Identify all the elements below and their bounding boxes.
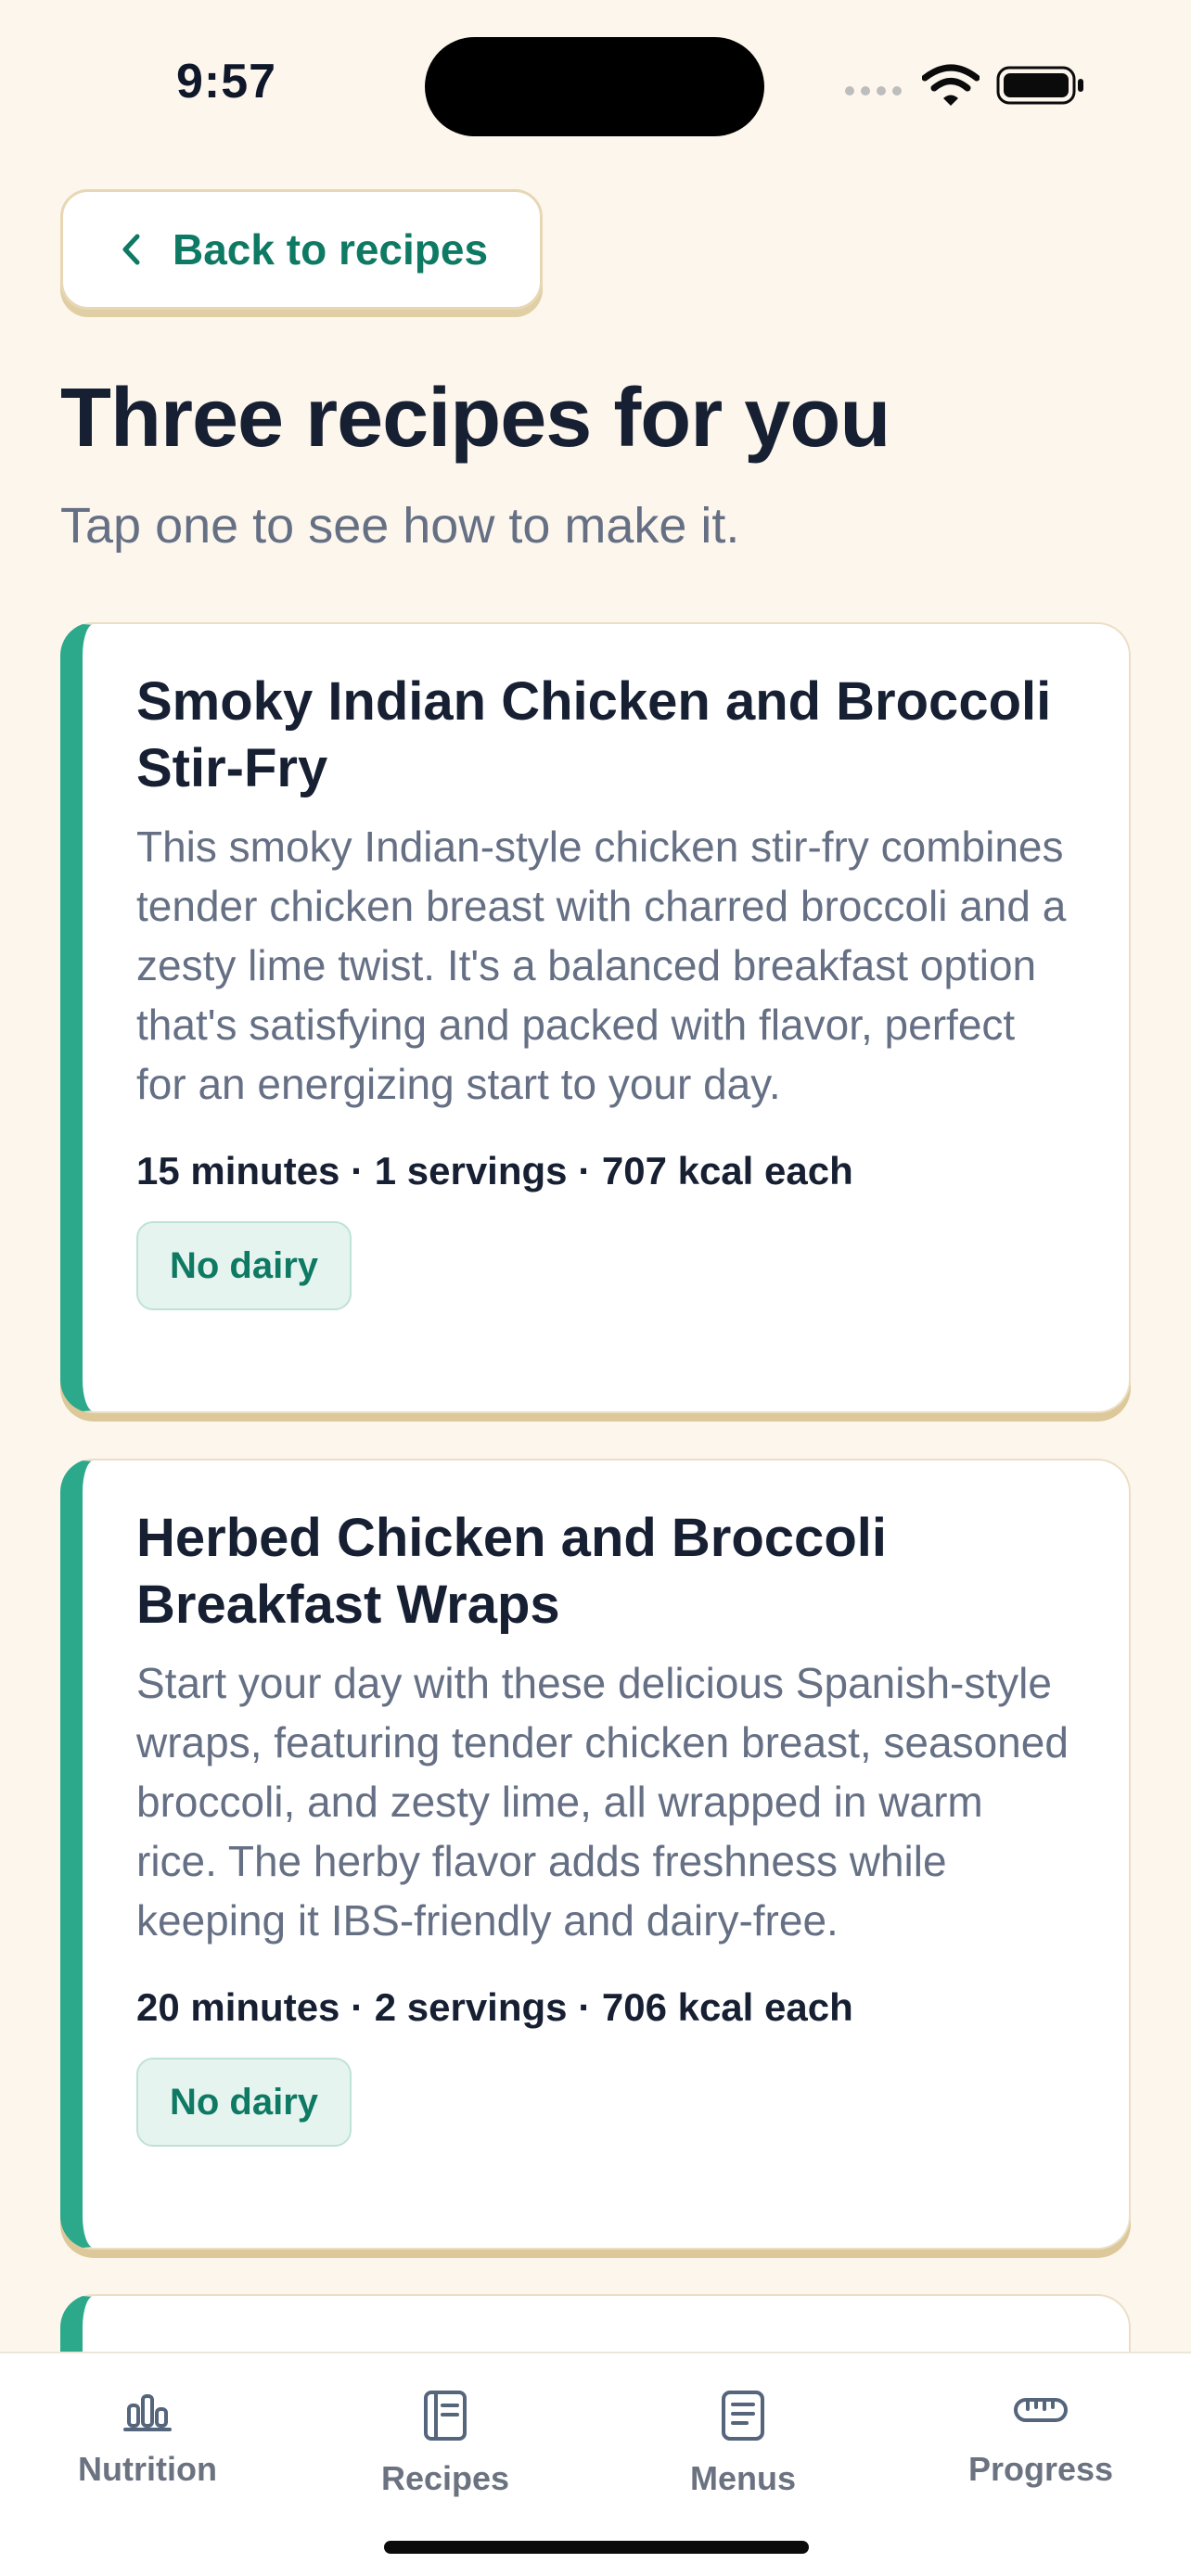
recipe-meta: 20 minutes · 2 servings · 706 kcal each — [136, 1985, 853, 2029]
nav-item-menus[interactable]: Menus — [613, 2389, 873, 2509]
cellular-signal-icon — [845, 86, 902, 96]
recipe-title: Herbed Chicken and Broccoli Breakfast Wr… — [136, 1508, 887, 1635]
back-to-recipes-button[interactable]: Back to recipes — [60, 189, 543, 310]
diet-badge: No dairy — [136, 2058, 352, 2147]
nav-label: Menus — [689, 2459, 796, 2497]
nav-label: Nutrition — [78, 2450, 217, 2488]
status-bar: 9:57 — [0, 0, 1191, 167]
nav-item-progress[interactable]: Progress — [911, 2389, 1171, 2509]
ruler-icon — [1014, 2398, 1068, 2422]
page-subtitle: Tap one to see how to make it. — [60, 498, 740, 554]
nav-label: Progress — [967, 2450, 1114, 2488]
recipe-card[interactable]: Smoky Indian Chicken and Broccoli Stir-F… — [60, 622, 1131, 1413]
recipe-description: This smoky Indian-style chicken stir-fry… — [136, 823, 1067, 1108]
diet-badge: No dairy — [136, 1221, 352, 1310]
wifi-icon — [922, 64, 980, 106]
nav-item-recipes[interactable]: Recipes — [315, 2389, 575, 2509]
chevron-left-icon — [122, 234, 140, 265]
nav-item-nutrition[interactable]: Nutrition — [18, 2389, 277, 2509]
menu-document-icon — [722, 2391, 764, 2441]
bar-chart-icon — [123, 2394, 172, 2431]
recipe-book-icon — [424, 2391, 467, 2441]
status-time: 9:57 — [176, 55, 277, 108]
recipe-title: Smoky Indian Chicken and Broccoli Stir-F… — [136, 671, 1052, 798]
status-icons — [835, 57, 1095, 113]
battery-icon — [996, 66, 1083, 105]
nav-label: Recipes — [380, 2459, 510, 2497]
recipe-meta: 15 minutes · 1 servings · 707 kcal each — [136, 1149, 853, 1192]
recipe-card[interactable]: Herbed Chicken and Broccoli Breakfast Wr… — [60, 1459, 1131, 2250]
back-button-label: Back to recipes — [173, 225, 489, 274]
home-indicator — [384, 2541, 809, 2554]
recipe-description: Start your day with these delicious Span… — [136, 1659, 1069, 1945]
page-title: Three recipes for you — [60, 372, 890, 465]
dynamic-island — [425, 37, 764, 136]
